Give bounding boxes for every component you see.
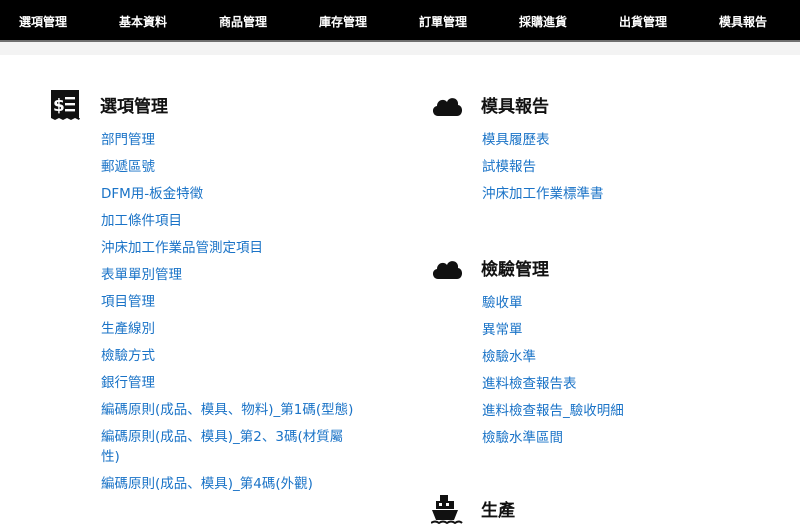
top-navigation-bar: 選項管理 基本資料 商品管理 庫存管理 訂單管理 採購進貨 出貨管理 模具報告 (0, 0, 800, 42)
nav-item-options[interactable]: 選項管理 (19, 0, 67, 40)
link-mold-history[interactable]: 模具履歷表 (482, 130, 742, 150)
nav-item-basic-data[interactable]: 基本資料 (119, 0, 167, 40)
nav-item-mold-report[interactable]: 模具報告 (719, 0, 767, 40)
link-departments[interactable]: 部門管理 (101, 130, 361, 150)
link-dfm-sheet-metal[interactable]: DFM用-板金特徵 (101, 184, 361, 204)
link-item-management[interactable]: 項目管理 (101, 292, 361, 312)
section-options-title: 選項管理 (100, 97, 168, 117)
section-inspection-title: 檢驗管理 (481, 260, 549, 280)
link-postal-codes[interactable]: 郵遞區號 (101, 157, 361, 177)
section-options: $ 選項管理 部門管理 郵遞區號 DFM用-板金特徵 加工條件項目 沖床加工作業… (50, 90, 370, 525)
link-inspection-level[interactable]: 檢驗水準 (482, 347, 742, 367)
link-incoming-inspection-detail[interactable]: 進料檢查報告_驗收明細 (482, 401, 742, 421)
link-processing-conditions[interactable]: 加工條件項目 (101, 211, 361, 231)
cloud-icon (432, 98, 463, 116)
section-mold-report: 模具報告 模具履歷表 試模報告 沖床加工作業標準書 (431, 90, 761, 220)
section-mold-title: 模具報告 (481, 97, 549, 117)
nav-item-purchasing[interactable]: 採購進貨 (519, 0, 567, 40)
nav-item-inventory[interactable]: 庫存管理 (319, 0, 367, 40)
link-production-lines[interactable]: 生產線別 (101, 319, 361, 339)
link-inspection-methods[interactable]: 檢驗方式 (101, 346, 361, 366)
ship-icon (431, 495, 463, 524)
link-coding-rule-1[interactable]: 編碼原則(成品、模具、物料)_第1碼(型態) (101, 400, 361, 420)
inspection-link-list: 驗收單 異常單 檢驗水準 進料檢查報告表 進料檢查報告_驗收明細 檢驗水準區間 (482, 293, 742, 455)
nav-item-products[interactable]: 商品管理 (219, 0, 267, 40)
link-coding-rule-4[interactable]: 編碼原則(成品、模具)_第4碼(外觀) (101, 474, 361, 494)
svg-text:$: $ (53, 96, 65, 116)
link-incoming-inspection-report[interactable]: 進料檢查報告表 (482, 374, 742, 394)
options-link-list: 部門管理 郵遞區號 DFM用-板金特徵 加工條件項目 沖床加工作業品管測定項目 … (101, 130, 361, 501)
link-coding-rule-2-3[interactable]: 編碼原則(成品、模具)_第2、3碼(材質屬性) (101, 427, 361, 467)
nav-item-shipping[interactable]: 出貨管理 (619, 0, 667, 40)
link-inspection-level-range[interactable]: 檢驗水準區間 (482, 428, 742, 448)
link-press-qc-items[interactable]: 沖床加工作業品管測定項目 (101, 238, 361, 258)
section-inspection: 檢驗管理 驗收單 異常單 檢驗水準 進料檢查報告表 進料檢查報告_驗收明細 檢驗… (431, 253, 761, 463)
cloud-icon (432, 261, 463, 279)
link-receiving-slip[interactable]: 驗收單 (482, 293, 742, 313)
link-form-types[interactable]: 表單單別管理 (101, 265, 361, 285)
link-press-work-standard[interactable]: 沖床加工作業標準書 (482, 184, 742, 204)
section-production: 生產 (431, 494, 761, 525)
mold-link-list: 模具履歷表 試模報告 沖床加工作業標準書 (482, 130, 742, 211)
nav-item-orders[interactable]: 訂單管理 (419, 0, 467, 40)
link-bank-management[interactable]: 銀行管理 (101, 373, 361, 393)
link-trial-mold-report[interactable]: 試模報告 (482, 157, 742, 177)
sub-header-bar (0, 42, 800, 55)
link-exception-slip[interactable]: 異常單 (482, 320, 742, 340)
receipt-dollar-icon: $ (51, 90, 80, 120)
section-production-title: 生產 (481, 501, 515, 521)
